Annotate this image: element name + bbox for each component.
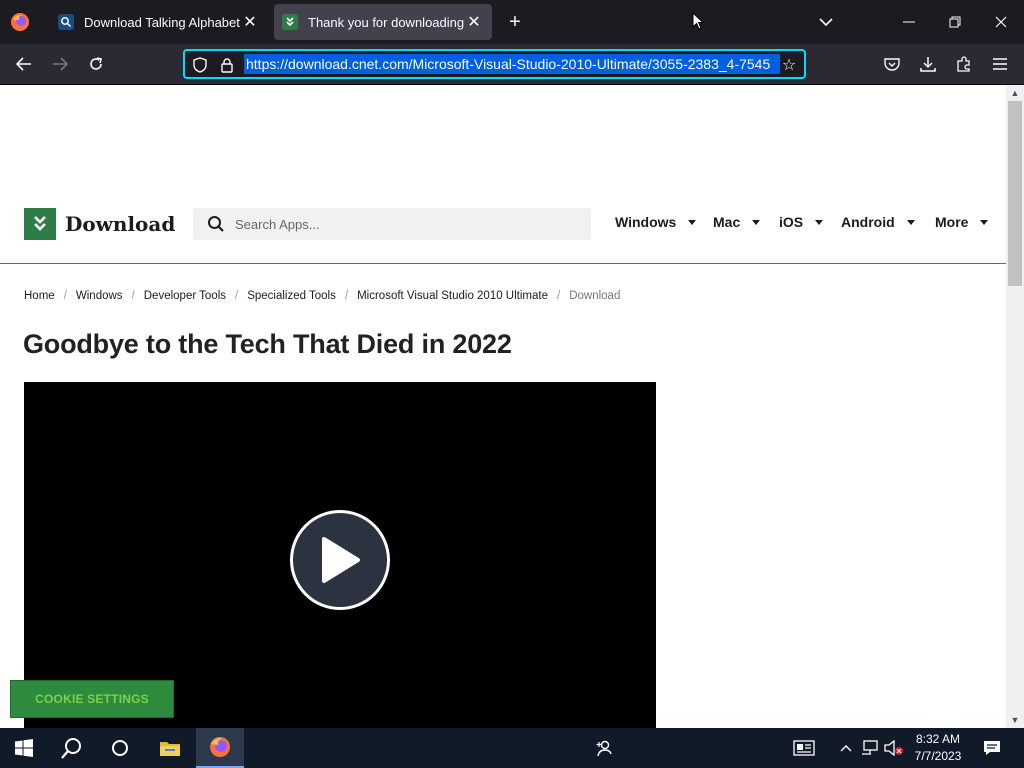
site-logo-text[interactable]: Download [65,212,175,236]
back-icon[interactable] [9,50,39,78]
downloads-icon[interactable] [913,50,943,78]
search-icon[interactable] [48,728,96,768]
tab-title: Download Talking Alphabet by [84,14,240,30]
nav-label: More [935,214,969,230]
firefox-menu-icon[interactable] [6,8,34,36]
nav-windows[interactable]: Windows [615,214,697,230]
breadcrumb: Home / Windows / Developer Tools / Speciali… [24,290,621,302]
cookie-settings-button[interactable]: COOKIE SETTINGS [10,680,174,718]
navigation-toolbar: https://download.cnet.com/Microsoft-Visu… [0,44,1024,85]
system-clock[interactable]: 8:32 AM 7/7/2023 [906,731,970,765]
play-icon[interactable] [290,510,390,610]
video-headline: Goodbye to the Tech That Died in 2022 [23,329,512,359]
nav-label: iOS [779,214,804,230]
close-window-icon[interactable] [978,0,1024,44]
windows-start-icon[interactable] [0,728,48,768]
video-player[interactable] [24,382,656,728]
reload-icon[interactable] [81,50,111,78]
breadcrumb-current: Download [569,290,621,302]
lock-icon[interactable] [218,56,236,74]
bookmark-star-icon[interactable]: ☆ [778,54,800,76]
chevron-down-icon [815,219,824,225]
chevron-down-icon [688,219,697,225]
new-tab-button[interactable]: + [503,10,527,34]
site-header: Download Windows Mac iOS Android More [0,192,1006,264]
tab-title: Thank you for downloading Mi [308,14,464,30]
breadcrumb-product[interactable]: Microsoft Visual Studio 2010 Ultimate [357,290,548,302]
web-page: Download Windows Mac iOS Android More Ho… [0,85,1006,728]
scroll-up-icon[interactable]: ▲ [1006,85,1024,101]
chevron-down-icon [980,219,989,225]
tab-close-icon[interactable]: ✕ [464,12,484,32]
list-all-tabs-icon[interactable] [803,0,849,44]
file-explorer-icon[interactable] [146,728,194,768]
forward-icon[interactable] [45,50,75,78]
tracking-protection-shield-icon[interactable] [191,56,209,74]
nav-more[interactable]: More [935,214,989,230]
search-favicon-icon [58,14,74,30]
volume-muted-icon[interactable] [882,728,906,768]
search-icon [208,216,224,232]
nav-label: Android [841,214,895,230]
breadcrumb-home[interactable]: Home [24,290,55,302]
minimize-icon[interactable] [886,0,932,44]
nav-android[interactable]: Android [841,214,915,230]
tab-thank-you[interactable]: Thank you for downloading Mi ✕ [274,4,492,40]
breadcrumb-windows[interactable]: Windows [76,290,123,302]
show-hidden-icons-chevron-up-icon[interactable] [834,728,858,768]
download-favicon-icon [282,14,298,30]
scroll-down-icon[interactable]: ▼ [1006,712,1024,728]
restore-icon[interactable] [932,0,978,44]
extensions-icon[interactable] [949,50,979,78]
action-center-notification-icon[interactable] [972,728,1012,768]
clock-date: 7/7/2023 [914,749,962,763]
firefox-taskbar-icon[interactable] [196,728,244,768]
nav-ios[interactable]: iOS [779,214,824,230]
breadcrumb-developer-tools[interactable]: Developer Tools [144,290,226,302]
people-icon[interactable] [580,728,628,768]
mouse-cursor-icon [692,12,704,30]
tab-bar: Download Talking Alphabet by ✕ Thank you… [0,0,1024,44]
address-bar[interactable]: https://download.cnet.com/Microsoft-Visu… [183,49,806,79]
breadcrumb-specialized-tools[interactable]: Specialized Tools [247,290,336,302]
tab-talking-alphabet[interactable]: Download Talking Alphabet by ✕ [50,4,268,40]
url-text[interactable]: https://download.cnet.com/Microsoft-Visu… [244,54,780,74]
menu-hamburger-icon[interactable] [985,50,1015,78]
chevron-down-icon [752,219,761,225]
chevron-down-icon [906,219,915,225]
nav-mac[interactable]: Mac [713,214,761,230]
tab-close-icon[interactable]: ✕ [240,12,260,32]
clock-time: 8:32 AM [915,732,961,746]
nav-label: Windows [615,214,677,230]
scroll-thumb[interactable] [1008,101,1022,286]
windows-taskbar: 8:32 AM 7/7/2023 [0,728,1024,768]
search-input[interactable] [235,214,575,234]
pocket-icon[interactable] [877,50,907,78]
cortana-icon[interactable] [96,728,144,768]
search-box[interactable] [193,208,591,240]
news-widget-icon[interactable] [780,728,828,768]
nav-label: Mac [713,214,741,230]
page-scrollbar[interactable]: ▲ ▼ [1006,85,1024,728]
download-logo-icon[interactable] [24,208,56,240]
network-icon[interactable] [858,728,882,768]
